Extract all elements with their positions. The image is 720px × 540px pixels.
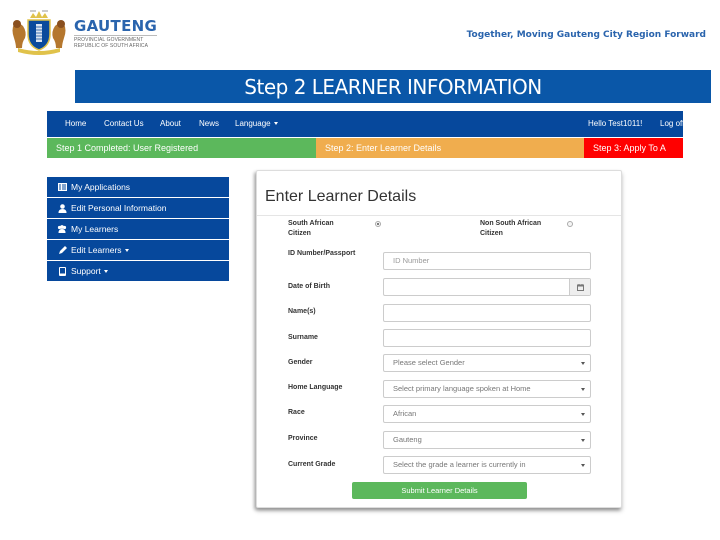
- top-navbar: Home Contact Us About News Language Hell…: [47, 111, 683, 137]
- sa-citizen-label-line2: Citizen: [288, 230, 311, 237]
- slide-title-bar: Step 2 LEARNER INFORMATION: [75, 70, 711, 103]
- submit-learner-details-button[interactable]: Submit Learner Details: [352, 482, 527, 499]
- home-language-label: Home Language: [288, 384, 343, 391]
- tagline: Together, Moving Gauteng City Region For…: [466, 30, 706, 40]
- current-grade-select[interactable]: Select the grade a learner is currently …: [383, 456, 591, 474]
- current-grade-label: Current Grade: [288, 461, 336, 468]
- home-language-select[interactable]: Select primary language spoken at Home: [383, 380, 591, 398]
- form-title: Enter Learner Details: [265, 188, 417, 205]
- calendar-icon: [576, 283, 584, 291]
- surname-label: Surname: [288, 334, 318, 341]
- non-sa-citizen-label-line2: Citizen: [480, 230, 503, 237]
- brand-name: GAUTENG: [74, 16, 158, 35]
- learner-details-card: Enter Learner Details South African Citi…: [256, 170, 622, 508]
- gender-selected: Please select Gender: [393, 358, 465, 367]
- sidebar-item-label: Support: [71, 266, 101, 276]
- sidebar-item-my-applications[interactable]: My Applications: [47, 177, 229, 197]
- chevron-down-icon: [581, 439, 585, 442]
- coat-of-arms-icon: [8, 10, 70, 56]
- gender-label: Gender: [288, 359, 313, 366]
- sidebar-item-edit-learners[interactable]: Edit Learners: [47, 240, 229, 260]
- brand-subtitle-2: REPUBLIC OF SOUTH AFRICA: [74, 42, 149, 49]
- caret-down-icon: [124, 248, 129, 252]
- nav-news[interactable]: News: [199, 111, 219, 137]
- nav-greeting[interactable]: Hello Test1011!: [588, 111, 642, 137]
- phone-icon: [57, 266, 67, 276]
- sa-citizen-label: South African Citizen: [288, 219, 334, 239]
- sidebar-item-support[interactable]: Support: [47, 261, 229, 281]
- province-label: Province: [288, 435, 318, 442]
- gauteng-logo: GAUTENG PROVINCIAL GOVERNMENT REPUBLIC O…: [8, 10, 158, 56]
- step-3-pending: Step 3: Apply To A: [584, 138, 683, 158]
- nav-language-label: Language: [235, 119, 271, 128]
- sidebar-item-my-learners[interactable]: My Learners: [47, 219, 229, 239]
- slide-title: Step 2 LEARNER INFORMATION: [244, 74, 542, 99]
- sa-citizen-radio[interactable]: [375, 221, 381, 227]
- user-icon: [57, 203, 67, 213]
- chevron-down-icon: [581, 362, 585, 365]
- users-icon: [57, 224, 67, 234]
- id-number-label: ID Number/Passport: [288, 250, 356, 257]
- non-sa-citizen-label-line1: Non South African: [480, 220, 542, 227]
- caret-down-icon: [103, 269, 108, 273]
- race-label: Race: [288, 409, 305, 416]
- home-language-selected: Select primary language spoken at Home: [393, 384, 531, 393]
- caret-down-icon: [273, 122, 278, 126]
- nav-language-dropdown[interactable]: Language: [235, 111, 278, 137]
- race-selected: African: [393, 409, 417, 418]
- nav-contact-us[interactable]: Contact Us: [104, 111, 144, 137]
- list-alt-icon: [57, 182, 67, 192]
- nav-about[interactable]: About: [160, 111, 181, 137]
- chevron-down-icon: [581, 413, 585, 416]
- chevron-down-icon: [581, 388, 585, 391]
- step-1-completed: Step 1 Completed: User Registered: [47, 138, 316, 158]
- nav-logoff[interactable]: Log off: [660, 111, 683, 137]
- sidebar-item-label: Edit Learners: [71, 245, 122, 255]
- id-number-input[interactable]: ID Number: [383, 252, 591, 270]
- dob-input[interactable]: [383, 278, 591, 296]
- names-input[interactable]: [383, 304, 591, 322]
- sa-citizen-label-line1: South African: [288, 220, 334, 227]
- non-sa-citizen-radio[interactable]: [567, 221, 573, 227]
- calendar-button[interactable]: [569, 279, 590, 295]
- brand-subtitle-1: PROVINCIAL GOVERNMENT: [74, 34, 158, 43]
- sidebar-menu: My Applications Edit Personal Informatio…: [47, 177, 229, 282]
- non-sa-citizen-label: Non South African Citizen: [480, 219, 541, 239]
- sidebar-item-label: My Learners: [71, 224, 119, 234]
- gender-select[interactable]: Please select Gender: [383, 354, 591, 372]
- progress-steps: Step 1 Completed: User Registered Step 2…: [47, 138, 683, 158]
- surname-input[interactable]: [383, 329, 591, 347]
- current-grade-selected: Select the grade a learner is currently …: [393, 460, 526, 469]
- nav-home[interactable]: Home: [65, 111, 86, 137]
- chevron-down-icon: [581, 464, 585, 467]
- dob-label: Date of Birth: [288, 283, 330, 290]
- sidebar-item-edit-personal-information[interactable]: Edit Personal Information: [47, 198, 229, 218]
- names-label: Name(s): [288, 308, 316, 315]
- race-select[interactable]: African: [383, 405, 591, 423]
- divider: [257, 215, 621, 216]
- province-select[interactable]: Gauteng: [383, 431, 591, 449]
- sidebar-item-label: Edit Personal Information: [71, 203, 167, 213]
- province-selected: Gauteng: [393, 435, 422, 444]
- step-2-current: Step 2: Enter Learner Details: [316, 138, 584, 158]
- sidebar-item-label: My Applications: [71, 182, 131, 192]
- pencil-icon: [57, 245, 67, 255]
